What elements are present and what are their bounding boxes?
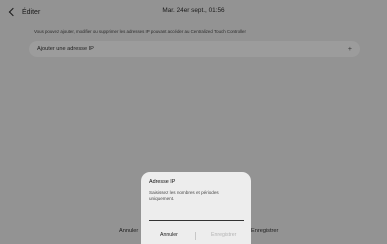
cancel-button[interactable]: Annuler xyxy=(119,228,138,234)
dialog-save-button[interactable]: Enregistrer xyxy=(211,232,236,238)
dialog-cancel-button[interactable]: Annuler xyxy=(160,232,178,238)
dialog-helper-text: Saisissez les nombres et périodes unique… xyxy=(149,190,219,201)
add-ip-label: Ajouter une adresse IP xyxy=(37,46,94,52)
save-button[interactable]: Enregistrer xyxy=(251,228,278,234)
ip-address-dialog: Adresse IP Saisissez les nombres et péri… xyxy=(141,172,251,244)
top-bar: Éditer Mar. 24er sept., 01:56 xyxy=(0,0,387,24)
plus-icon[interactable]: + xyxy=(348,46,352,53)
add-ip-row[interactable]: Ajouter une adresse IP + xyxy=(29,41,360,57)
info-text: Vous pouvez ajouter, modifier ou supprim… xyxy=(34,29,246,34)
dialog-actions: Annuler Enregistrer xyxy=(141,230,251,244)
date-time: Mar. 24er sept., 01:56 xyxy=(162,7,225,14)
dialog-action-divider xyxy=(195,232,196,240)
ip-address-input[interactable] xyxy=(149,214,244,221)
dialog-title: Adresse IP xyxy=(149,179,176,185)
